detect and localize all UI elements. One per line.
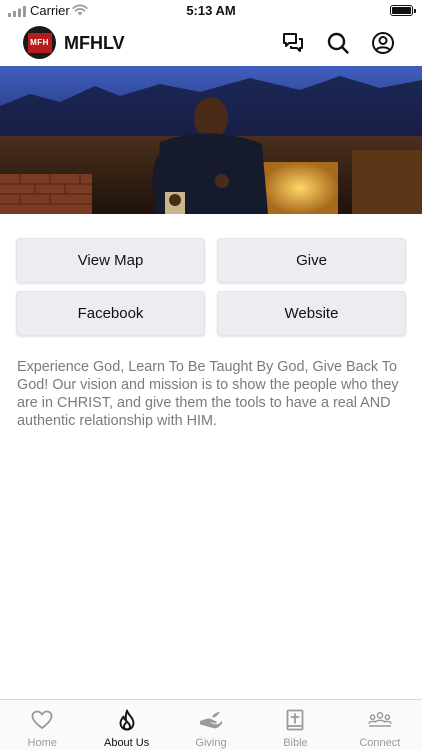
- view-map-button[interactable]: View Map: [16, 238, 205, 283]
- tab-bible-label: Bible: [283, 737, 308, 749]
- tab-home[interactable]: Home: [0, 700, 84, 750]
- hero-image: [0, 66, 422, 214]
- heart-icon: [30, 709, 54, 731]
- battery-icon: [390, 5, 416, 16]
- bible-icon: [283, 709, 307, 731]
- chat-icon[interactable]: [281, 31, 305, 55]
- search-icon[interactable]: [326, 31, 350, 55]
- church-logo: MFH: [23, 26, 56, 59]
- tab-bar: Home About Us Giving Bible Connect: [0, 699, 422, 750]
- tab-about-us-label: About Us: [103, 737, 150, 749]
- app-title: MFHLV: [64, 33, 125, 53]
- account-icon[interactable]: [371, 31, 395, 55]
- tab-giving[interactable]: Giving: [169, 700, 253, 750]
- tab-giving-label: Giving: [195, 737, 227, 749]
- status-bar: Carrier 5:13 AM: [0, 0, 422, 22]
- facebook-button[interactable]: Facebook: [16, 291, 205, 336]
- tab-connect[interactable]: Connect: [338, 700, 422, 750]
- tab-bible[interactable]: Bible: [253, 700, 337, 750]
- logo-text: MFH: [27, 32, 52, 53]
- status-time: 5:13 AM: [186, 3, 236, 18]
- flame-icon: [115, 709, 139, 731]
- tab-about-us[interactable]: About Us: [84, 700, 168, 750]
- website-button[interactable]: Website: [217, 291, 406, 336]
- about-description: Experience God, Learn To Be Taught By Go…: [17, 359, 399, 429]
- giving-hand-icon: [199, 709, 223, 731]
- tab-home-label: Home: [27, 737, 57, 749]
- app-header: MFH MFHLV: [0, 26, 422, 60]
- give-button[interactable]: Give: [217, 238, 406, 283]
- people-icon: [368, 709, 392, 731]
- tab-connect-label: Connect: [359, 737, 401, 749]
